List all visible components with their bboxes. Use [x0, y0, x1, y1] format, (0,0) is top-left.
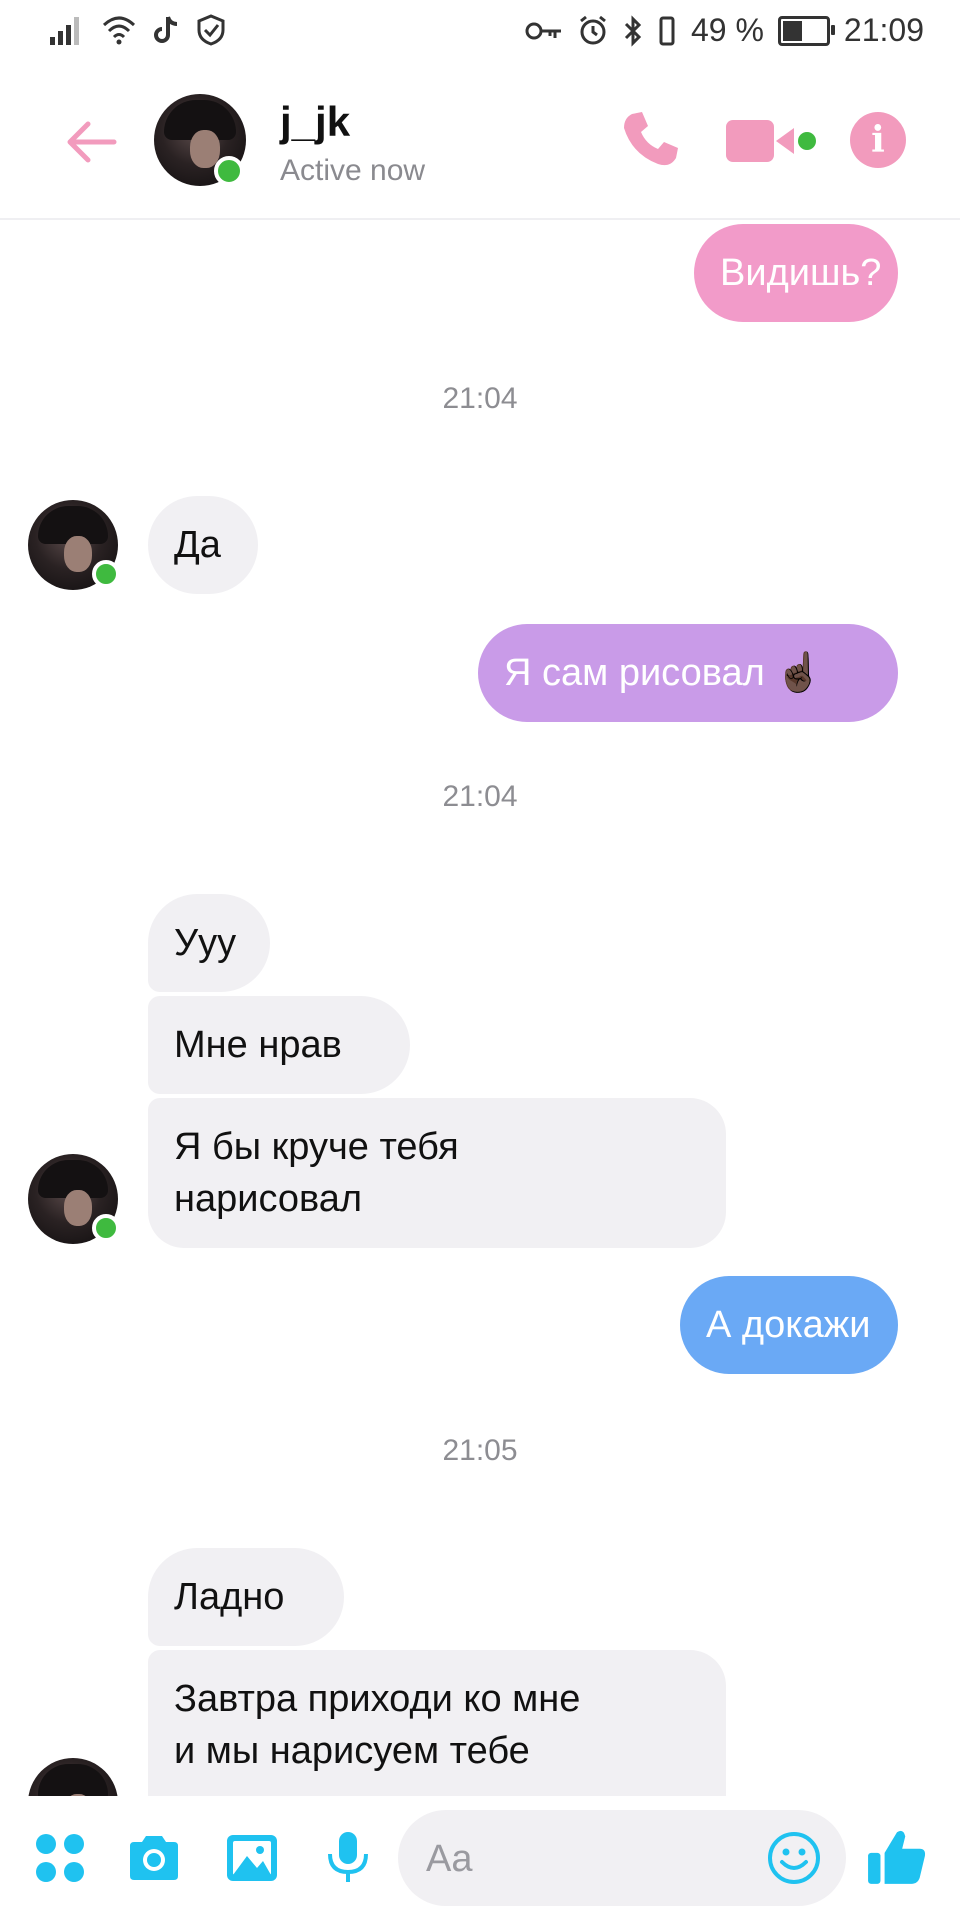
- timestamp: 21:04: [442, 780, 518, 813]
- video-camera-icon[interactable]: [724, 116, 824, 166]
- message-outgoing[interactable]: Я сам рисовал ☝🏿: [478, 624, 898, 722]
- phone-icon[interactable]: [618, 108, 682, 172]
- thumbs-up-icon[interactable]: [866, 1826, 928, 1888]
- emoji-icon[interactable]: [766, 1830, 822, 1886]
- back-arrow-icon[interactable]: [60, 112, 120, 172]
- message-incoming[interactable]: Мне нрав: [148, 996, 410, 1094]
- status-left-icons: [50, 14, 226, 46]
- clock: 21:09: [843, 12, 924, 48]
- message-outgoing[interactable]: Видишь?: [694, 224, 898, 322]
- sender-avatar[interactable]: [28, 1154, 120, 1244]
- message-list[interactable]: Видишь? 21:04 Да Я сам рисовал ☝🏿 21:04 …: [0, 220, 960, 1796]
- message-composer[interactable]: [398, 1810, 846, 1906]
- status-right-icons: 49 % 21:09: [525, 12, 924, 49]
- message-outgoing[interactable]: А докажи: [680, 1276, 898, 1374]
- alarm-clock-icon: [580, 15, 606, 44]
- message-incoming[interactable]: Я бы круче тебя нарисовал: [148, 1098, 726, 1248]
- composer-bar: [0, 1796, 960, 1920]
- battery-percent: 49 %: [690, 12, 764, 48]
- info-icon[interactable]: i: [850, 112, 906, 168]
- message-incoming[interactable]: Да: [148, 496, 258, 594]
- camera-icon[interactable]: [126, 1830, 182, 1886]
- online-indicator: [214, 156, 244, 186]
- status-bar: 49 % 21:09: [0, 0, 960, 62]
- signal-icon: [50, 17, 79, 45]
- message-incoming[interactable]: Ууу: [148, 894, 270, 992]
- message-input[interactable]: [424, 1832, 748, 1886]
- message-incoming[interactable]: Завтра приходи ко мне и мы нарисуем тебе: [148, 1650, 726, 1796]
- shield-check-icon: [197, 14, 225, 46]
- online-indicator: [92, 560, 120, 588]
- contact-avatar[interactable]: [154, 94, 246, 186]
- vibrate-icon: [659, 16, 675, 45]
- contact-status: Active now: [280, 154, 426, 187]
- gallery-image-icon[interactable]: [224, 1830, 280, 1886]
- contact-name[interactable]: j_jk: [280, 98, 350, 146]
- wifi-icon: [102, 16, 136, 45]
- message-incoming[interactable]: Ладно: [148, 1548, 344, 1646]
- timestamp: 21:05: [442, 1434, 518, 1467]
- sender-avatar[interactable]: [28, 1758, 118, 1796]
- online-indicator: [92, 1214, 120, 1242]
- bluetooth-icon: [624, 14, 642, 47]
- timestamp: 21:04: [442, 382, 518, 415]
- sender-avatar[interactable]: [28, 500, 120, 590]
- battery-icon: [777, 15, 835, 46]
- conversation-header: j_jk Active now i: [0, 62, 960, 220]
- microphone-icon[interactable]: [320, 1830, 376, 1886]
- apps-grid-icon[interactable]: [32, 1830, 88, 1886]
- tiktok-icon: [154, 16, 178, 43]
- key-icon: [525, 22, 561, 39]
